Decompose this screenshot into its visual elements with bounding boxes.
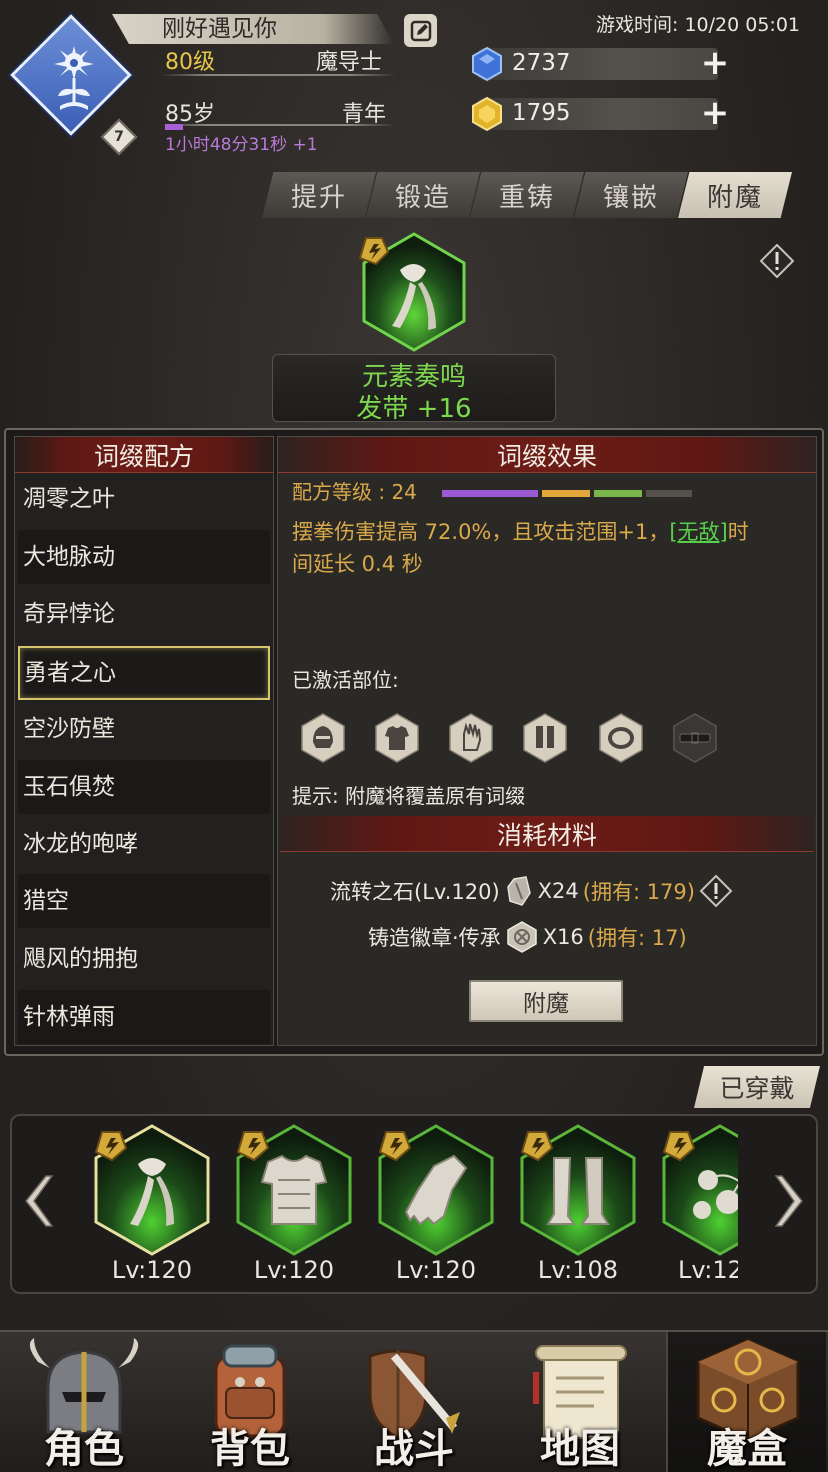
tab-reforge[interactable]: 重铸 [470,172,584,218]
recipe-item[interactable]: 凋零之叶 [18,472,270,526]
edit-icon [410,20,431,41]
effect-text: 间延长 0.4 秒 [292,552,423,576]
recipe-item[interactable]: 空沙防壁 [18,702,270,756]
ring-icon [599,713,643,763]
player-badge: 7 [100,118,138,156]
diamond-count: 2737 [512,50,571,76]
recipe-item[interactable]: 玉石俱焚 [18,760,270,814]
nav-label: 战斗 [374,1426,454,1472]
material-row: 铸造徽章·传承 X16 (拥有: 17) [368,920,687,954]
level-bar-green [594,490,642,497]
chevron-left-icon[interactable] [16,1172,56,1230]
activated-label: 已激活部位: [292,668,399,692]
info-icon[interactable] [699,874,733,908]
enchant-tip: 提示: 附魔将覆盖原有词缀 [292,784,526,808]
nav-character[interactable]: 角色 [4,1332,164,1472]
item-level: Lv:120 [253,1256,335,1284]
nav-label: 背包 [210,1426,290,1472]
nav-battle[interactable]: 战斗 [334,1332,494,1472]
material-owned: (拥有: 179) [582,880,695,904]
equipped-item-headband[interactable] [86,1120,218,1270]
mage-emblem-icon [54,46,94,110]
edit-name-button[interactable] [404,14,437,47]
recipe-list-title: 词缀配方 [15,437,273,473]
tab-forge[interactable]: 锻造 [366,172,480,218]
player-avatar[interactable]: 7 [10,14,138,156]
effect-text: 时 [727,520,749,544]
item-level: Lv:108 [537,1256,619,1284]
nav-label: 角色 [44,1426,124,1472]
level-bar-orange [542,490,590,497]
equipped-tag[interactable]: 已穿戴 [694,1066,820,1108]
leg-icon [523,713,567,763]
recipe-item[interactable]: 猎空 [18,874,270,928]
divider [160,124,396,126]
helmet-icon [301,713,345,763]
add-diamond-button[interactable]: + [700,46,730,80]
material-row: 流转之石(Lv.120) X24 (拥有: 179) [330,874,733,908]
recipe-level: 配方等级 : 24 [292,480,417,504]
add-gold-button[interactable]: + [700,96,730,130]
effect-title: 词缀效果 [278,437,816,473]
material-name: 铸造徽章·传承 [368,926,501,950]
belt-icon [673,713,717,763]
tab-enchant[interactable]: 附魔 [678,172,792,218]
armor-icon [375,713,419,763]
nav-map[interactable]: 地图 [500,1332,660,1472]
gold-count: 1795 [512,100,571,126]
gold-icon [472,96,502,132]
player-name: 刚好遇见你 [162,16,277,42]
invincible-keyword[interactable]: [无敌] [669,520,727,544]
materials-title: 消耗材料 [280,816,814,852]
flow-stone-icon [506,876,531,906]
featured-item-slot[interactable] [352,230,476,354]
enchant-button[interactable]: 附魔 [469,980,623,1022]
material-owned: (拥有: 17) [587,926,687,950]
player-class: 魔导士 [316,50,383,75]
nav-label: 地图 [540,1426,620,1472]
material-qty: X24 [537,879,579,903]
level-bar-gray [646,490,692,497]
forge-badge-icon [506,921,537,953]
equipped-item-necklace[interactable] [654,1120,738,1270]
age-timer: 1小时48分31秒 +1 [165,135,318,155]
material-qty: X16 [542,925,584,949]
divider [160,74,396,76]
equipped-item-greaves[interactable] [512,1120,644,1270]
recipe-item[interactable]: 奇异悖论 [18,587,270,641]
equipped-item-chest[interactable] [228,1120,360,1270]
item-level: Lv:12 [678,1256,738,1284]
glove-icon [449,713,493,763]
recipe-item[interactable]: 针林弹雨 [18,990,270,1044]
material-name: 流转之石(Lv.120) [330,880,500,904]
chevron-right-icon[interactable] [772,1172,812,1230]
recipe-item[interactable]: 冰龙的咆哮 [18,817,270,871]
nav-label: 魔盒 [707,1426,787,1472]
materials-header: 消耗材料 [280,816,814,852]
featured-item-name: 发带 +16 [356,394,472,424]
tab-inlay[interactable]: 镶嵌 [574,172,688,218]
info-icon[interactable] [760,244,794,278]
player-level: 80级 [165,50,215,75]
level-bar-purple [442,490,538,497]
equipped-item-gauntlet[interactable] [370,1120,502,1270]
recipe-item[interactable]: 飓风的拥抱 [18,932,270,986]
game-time: 游戏时间: 10/20 05:01 [596,14,800,36]
tab-upgrade[interactable]: 提升 [262,172,376,218]
effect-description: 摆拳伤害提高 72.0%，且攻击范围+1，[无敌]时 间延长 0.4 秒 [292,516,802,580]
effect-text: 摆拳伤害提高 72.0%，且攻击范围+1， [292,520,670,544]
item-level: Lv:120 [111,1256,193,1284]
item-level: Lv:120 [395,1256,477,1284]
nav-backpack[interactable]: 背包 [170,1332,330,1472]
recipe-item-selected[interactable]: 勇者之心 [18,646,270,700]
nav-magic-box[interactable]: 魔盒 [666,1332,826,1472]
recipe-item[interactable]: 大地脉动 [18,530,270,584]
diamond-icon [472,46,502,82]
